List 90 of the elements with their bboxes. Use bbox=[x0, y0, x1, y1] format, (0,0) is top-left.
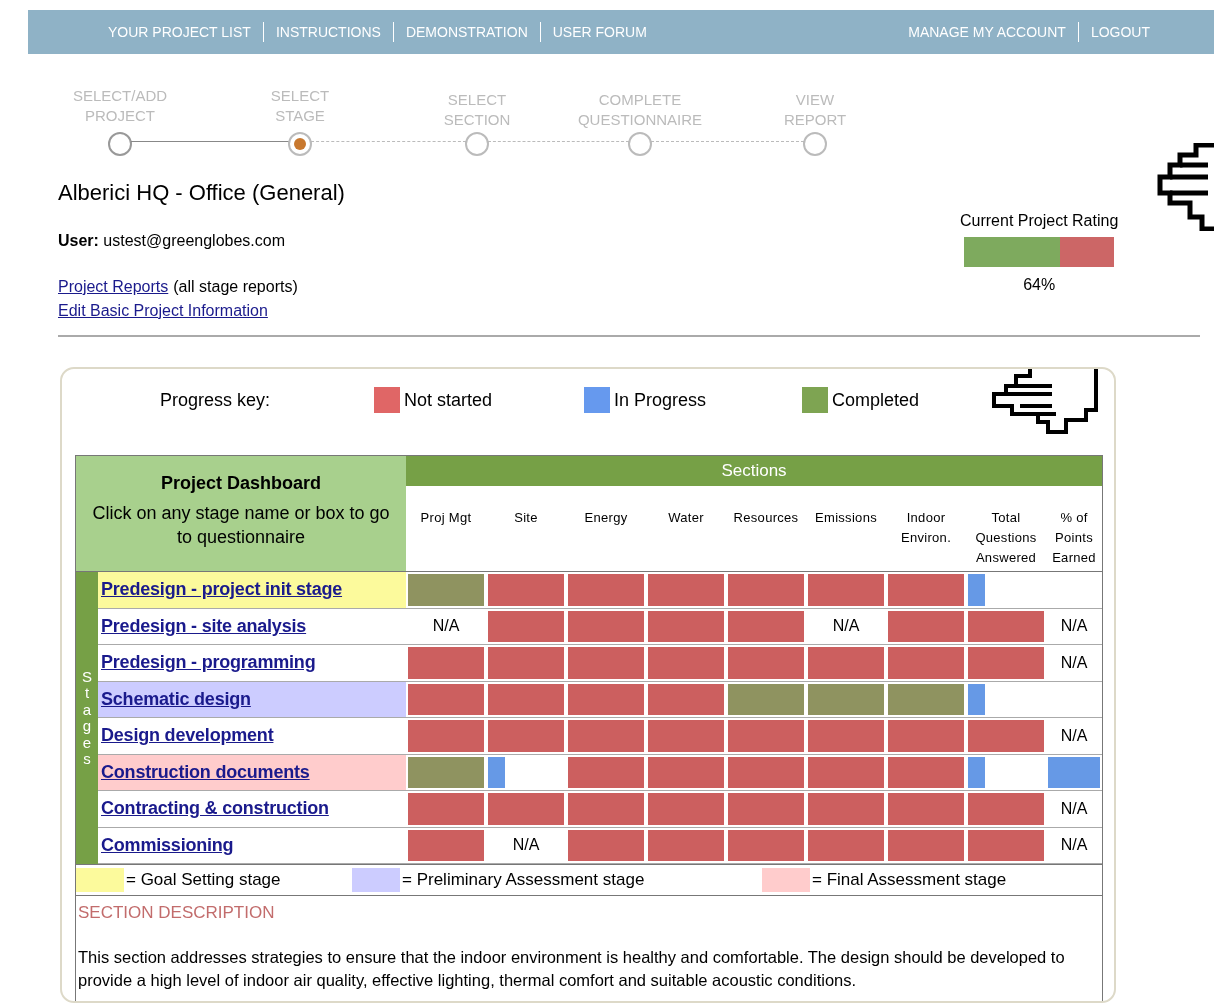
step-label[interactable]: SELECT SECTION bbox=[427, 90, 527, 130]
stage-link[interactable]: Contracting & construction bbox=[101, 795, 329, 823]
link[interactable]: Edit Basic Project Information bbox=[58, 299, 268, 323]
key-label: Completed bbox=[832, 388, 920, 412]
nav-link[interactable]: INSTRUCTIONS bbox=[275, 21, 381, 43]
nav-link[interactable]: DEMONSTRATION bbox=[405, 21, 528, 43]
column-header: Site bbox=[513, 509, 539, 527]
na-text: N/A bbox=[1060, 798, 1088, 819]
legend-label: = Goal Setting stage bbox=[126, 869, 281, 892]
column-header: % of Points Earned bbox=[1051, 509, 1097, 567]
hand-cursor-icon bbox=[1156, 143, 1214, 231]
dashboard-hint: Click on any stage name or box to go to questionnaire bbox=[91, 502, 391, 549]
status-block[interactable] bbox=[728, 610, 804, 642]
status-block[interactable] bbox=[408, 829, 484, 861]
status-block[interactable] bbox=[888, 829, 964, 861]
sections-header: Sections bbox=[406, 456, 1102, 486]
status-block[interactable] bbox=[568, 683, 644, 715]
status-block[interactable] bbox=[728, 683, 804, 715]
status-block[interactable] bbox=[408, 683, 484, 715]
na-text: N/A bbox=[832, 616, 860, 637]
status-block[interactable] bbox=[648, 610, 724, 642]
status-block[interactable] bbox=[488, 683, 564, 715]
legend-label: = Final Assessment stage bbox=[812, 869, 1007, 892]
status-block[interactable] bbox=[888, 610, 964, 642]
status-block[interactable] bbox=[568, 756, 644, 788]
nav-link[interactable]: LOGOUT bbox=[1090, 21, 1150, 43]
column-header: Proj Mgt bbox=[419, 509, 473, 527]
nav-link[interactable]: USER FORUM bbox=[552, 21, 647, 43]
step-label[interactable]: SELECT STAGE bbox=[250, 86, 350, 126]
status-block[interactable] bbox=[568, 829, 644, 861]
nav-link[interactable]: MANAGE MY ACCOUNT bbox=[908, 21, 1066, 43]
status-block[interactable] bbox=[568, 610, 644, 642]
stage-link[interactable]: Schematic design bbox=[101, 685, 251, 713]
status-block[interactable] bbox=[1048, 756, 1100, 788]
legend-swatch bbox=[76, 868, 124, 892]
stage-link[interactable]: Commissioning bbox=[101, 831, 234, 859]
link-note: (all stage reports) bbox=[173, 277, 298, 297]
stages-label: Stages bbox=[81, 668, 93, 768]
status-block[interactable] bbox=[808, 756, 884, 788]
status-block[interactable] bbox=[888, 756, 964, 788]
column-header: Energy bbox=[583, 509, 629, 527]
status-block[interactable] bbox=[968, 610, 1044, 642]
status-block[interactable] bbox=[648, 683, 724, 715]
na-text: N/A bbox=[1060, 725, 1088, 746]
status-block[interactable] bbox=[488, 610, 564, 642]
na-text: N/A bbox=[432, 616, 460, 637]
stage-link[interactable]: Predesign - programming bbox=[101, 649, 316, 677]
rating-percent: 64% bbox=[1023, 275, 1056, 295]
link[interactable]: Project Reports bbox=[58, 275, 169, 299]
rating-title: Current Project Rating bbox=[960, 211, 1119, 231]
status-block[interactable] bbox=[408, 756, 484, 788]
project-title: Alberici HQ - Office (General) bbox=[57, 179, 346, 207]
column-header: Resources bbox=[732, 509, 800, 527]
status-block[interactable] bbox=[488, 756, 505, 788]
stage-link[interactable]: Design development bbox=[101, 722, 274, 750]
progress-key-label: Progress key: bbox=[160, 388, 272, 412]
legend-swatch bbox=[762, 868, 810, 892]
description-text: This section addresses strategies to ensure that the indoor environment is healthy and comfortable. The design should be developed to provide a high level of indoor air quality, effective lighting, thermal comfort and suitable acoustic conditions. bbox=[78, 946, 1066, 991]
status-block[interactable] bbox=[888, 683, 964, 715]
dashboard-title: Project Dashboard bbox=[160, 472, 321, 495]
key-label: Not started bbox=[404, 388, 493, 412]
key-label: In Progress bbox=[614, 388, 707, 412]
status-block[interactable] bbox=[728, 756, 804, 788]
status-block[interactable] bbox=[808, 829, 884, 861]
stage-link[interactable]: Predesign - project init stage bbox=[101, 576, 343, 604]
stage-link[interactable]: Construction documents bbox=[101, 758, 310, 786]
status-block[interactable] bbox=[968, 829, 1044, 861]
na-text: N/A bbox=[1060, 652, 1088, 673]
status-block[interactable] bbox=[808, 683, 884, 715]
na-text: N/A bbox=[1060, 835, 1088, 856]
section-title: SECTION DESCRIPTION bbox=[78, 902, 276, 924]
stage-link[interactable]: Predesign - site analysis bbox=[101, 612, 307, 640]
step-label[interactable]: SELECT/ADD PROJECT bbox=[70, 86, 170, 126]
na-text: N/A bbox=[1060, 616, 1088, 637]
status-block[interactable] bbox=[648, 756, 724, 788]
status-block[interactable] bbox=[968, 756, 985, 788]
column-header: Water bbox=[667, 509, 705, 527]
status-block[interactable] bbox=[968, 683, 985, 715]
legend-label: = Preliminary Assessment stage bbox=[402, 869, 645, 892]
step-label[interactable]: COMPLETE QUESTIONNAIRE bbox=[565, 90, 715, 130]
na-text: N/A bbox=[512, 835, 540, 856]
legend-swatch bbox=[352, 868, 400, 892]
column-header: Emissions bbox=[814, 509, 878, 527]
status-block[interactable] bbox=[648, 829, 724, 861]
nav-link[interactable]: YOUR PROJECT LIST bbox=[108, 21, 251, 43]
column-header: Total Questions Answered bbox=[974, 509, 1038, 567]
status-block[interactable] bbox=[728, 829, 804, 861]
user-email: User: ustest@greenglobes.com bbox=[57, 231, 287, 251]
column-header: Indoor Environ. bbox=[899, 509, 953, 547]
step-label[interactable]: VIEW REPORT bbox=[765, 90, 865, 130]
